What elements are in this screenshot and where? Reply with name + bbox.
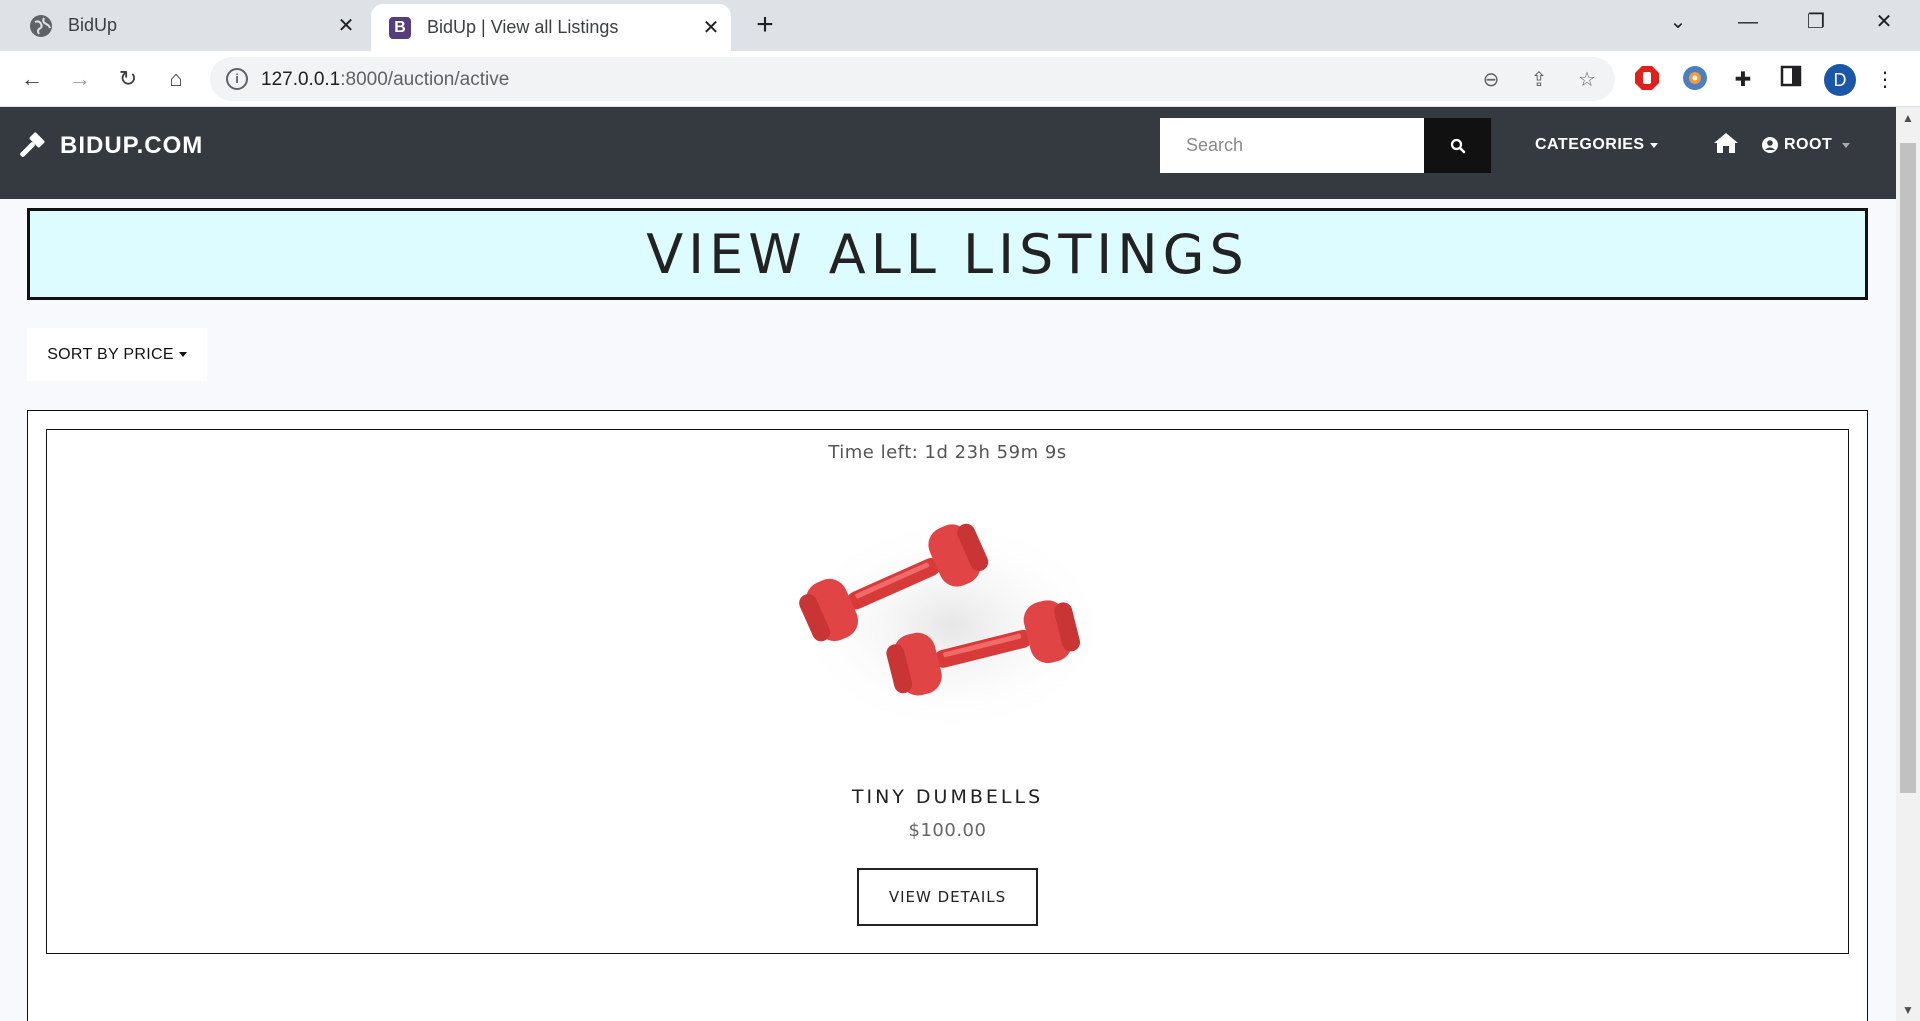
side-panel-icon[interactable] [1776, 65, 1806, 95]
reload-icon[interactable]: ↻ [110, 61, 146, 97]
close-tab-icon[interactable]: ✕ [691, 15, 731, 40]
tab-title: BidUp [68, 15, 118, 35]
extensions-puzzle-icon[interactable]: ✚ [1728, 65, 1758, 95]
tab-title: BidUp | View all Listings [427, 17, 619, 37]
caret-down-icon [178, 352, 187, 357]
home-icon [1714, 133, 1738, 153]
minimize-button[interactable]: — [1720, 0, 1776, 44]
bootstrap-b-icon: B [389, 16, 411, 39]
home-icon[interactable]: ⌂ [158, 61, 194, 97]
profile-avatar[interactable]: D [1824, 64, 1856, 96]
time-left: Time left: 1d 23h 59m 9s [828, 442, 1067, 463]
categories-label: CATEGORIES [1535, 136, 1645, 153]
site-info-icon[interactable]: i [226, 68, 248, 90]
view-details-button[interactable]: VIEW DETAILS [857, 868, 1038, 926]
sort-label: SORT BY PRICE [47, 345, 174, 363]
home-link[interactable] [1713, 131, 1739, 155]
scroll-up-arrow-icon[interactable]: ▲ [1902, 111, 1914, 125]
search-icon [1450, 138, 1465, 153]
forward-arrow-icon[interactable]: → [62, 61, 98, 97]
page-viewport: BIDUP.COM CATEGORIES ROOT VIEW ALL LISTI… [0, 107, 1896, 1021]
vpn-extension-icon[interactable] [1680, 65, 1710, 95]
red-dumbbells-image [792, 505, 1112, 725]
globe-icon [30, 14, 52, 37]
search-form [1160, 118, 1491, 173]
user-label: ROOT [1784, 136, 1833, 153]
search-input[interactable] [1160, 118, 1424, 173]
close-tab-icon[interactable]: ✕ [326, 13, 366, 38]
gavel-icon [20, 132, 45, 157]
sort-by-price-dropdown[interactable]: SORT BY PRICE [27, 328, 207, 381]
user-circle-icon [1762, 137, 1778, 153]
caret-down-icon [1649, 142, 1658, 148]
share-icon[interactable]: ⇪ [1526, 67, 1552, 93]
categories-dropdown[interactable]: CATEGORIES [1535, 136, 1658, 154]
adblock-extension-icon[interactable] [1632, 65, 1662, 95]
back-arrow-icon[interactable]: ← [14, 61, 50, 97]
listings-container: Time left: 1d 23h 59m 9s TINY DUMBELLS $… [27, 410, 1868, 1021]
tab-search-chevron-icon[interactable]: ⌄ [1650, 0, 1706, 44]
zoom-out-icon[interactable]: ⊖ [1478, 67, 1504, 93]
user-dropdown[interactable]: ROOT [1762, 136, 1851, 154]
browser-menu-icon[interactable]: ⋮ [1870, 65, 1900, 95]
browser-tab-strip: BidUp ✕ B BidUp | View all Listings ✕ + … [0, 0, 1920, 51]
listing-title: TINY DUMBELLS [851, 786, 1044, 808]
caret-down-icon [1842, 142, 1851, 148]
brand-name: BIDUP.COM [60, 132, 204, 159]
restore-button[interactable]: ❐ [1788, 0, 1844, 44]
browser-toolbar: ← → ↻ ⌂ i 127.0.0.1:8000/auction/active … [0, 51, 1920, 107]
bookmark-star-icon[interactable]: ☆ [1574, 67, 1600, 93]
page-title: VIEW ALL LISTINGS [646, 222, 1249, 286]
tab-bidup[interactable]: BidUp ✕ [12, 0, 366, 51]
scrollbar-thumb[interactable] [1900, 143, 1916, 793]
listing-card: Time left: 1d 23h 59m 9s TINY DUMBELLS $… [46, 429, 1849, 954]
scroll-down-arrow-icon[interactable]: ▼ [1902, 1003, 1914, 1017]
address-bar[interactable]: i 127.0.0.1:8000/auction/active ⊖ ⇪ ☆ [210, 57, 1615, 101]
page-scrollbar[interactable]: ▲ ▼ [1896, 107, 1920, 1021]
brand-link[interactable]: BIDUP.COM [16, 131, 203, 161]
search-button[interactable] [1424, 118, 1491, 173]
site-navbar: BIDUP.COM CATEGORIES ROOT [0, 107, 1896, 199]
close-window-button[interactable]: ✕ [1856, 0, 1912, 44]
url-text: 127.0.0.1:8000/auction/active [261, 69, 510, 90]
new-tab-button[interactable]: + [748, 8, 782, 42]
tab-view-all-listings[interactable]: B BidUp | View all Listings ✕ [371, 4, 731, 51]
listing-price: $100.00 [908, 820, 987, 841]
page-header: VIEW ALL LISTINGS [27, 208, 1868, 300]
